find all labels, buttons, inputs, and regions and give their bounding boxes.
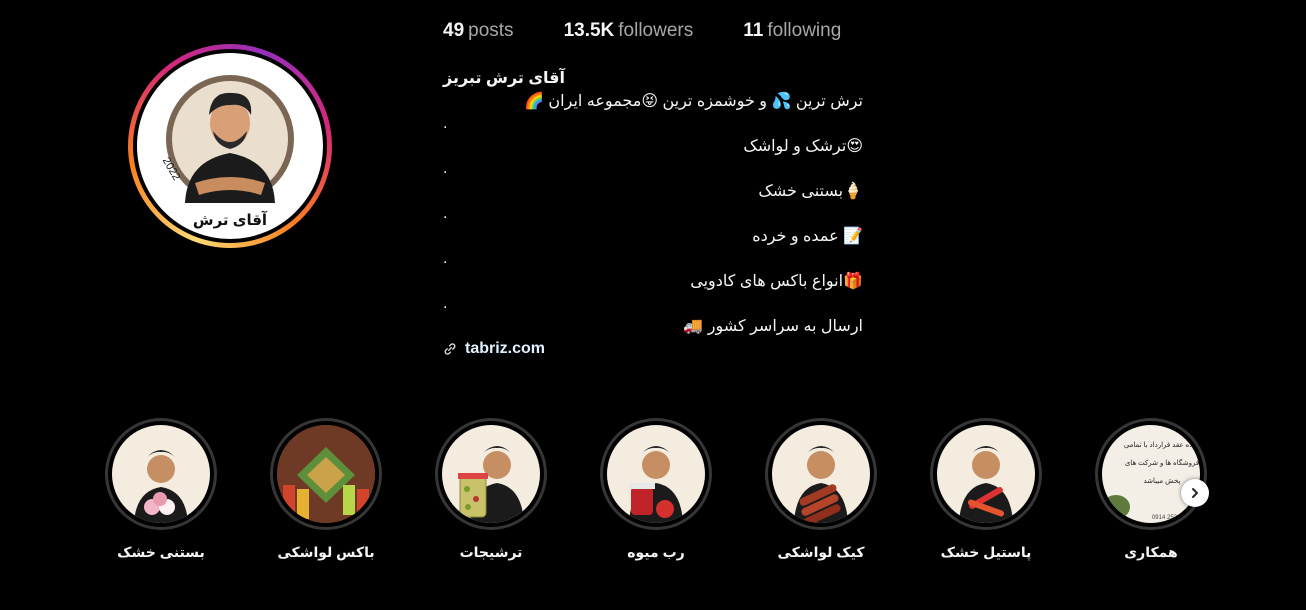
link-icon	[444, 343, 456, 355]
bio-line: 📝 عمده و خرده	[752, 227, 863, 245]
highlight-ring	[765, 418, 877, 530]
avatar-logo-text: آقای ترش	[193, 211, 268, 229]
followers-count[interactable]: 13.5K followers	[564, 20, 694, 42]
followers-number: 13.5K	[563, 20, 615, 41]
profile-bio: آقای ترش تبریز ترش ترین 💦 و خوشمزه ترین …	[443, 68, 863, 361]
bio-line: .	[443, 115, 448, 132]
text-card-icon: آماده عقد قرارداد با تمامی فروشگاه ها و …	[1102, 425, 1200, 523]
profile-link-text: tabriz.com	[465, 340, 546, 357]
highlight-item[interactable]: ترشیجات	[435, 418, 547, 561]
card-text-3: پخش میباشد	[1144, 478, 1181, 485]
highlight-label: همکاری	[1124, 544, 1178, 560]
bio-line: 🍦بستنی خشک	[758, 182, 863, 200]
highlight-label: پاستیل خشک	[940, 544, 1032, 560]
highlight-ring	[435, 418, 547, 530]
pickle-jar-icon	[442, 425, 540, 523]
highlight-label: باکس لواشکی	[277, 544, 375, 560]
bio-line: .	[443, 205, 448, 222]
highlight-label: کیک لواشکی	[777, 544, 865, 560]
bio-line: ترش ترین 💦 و خوشمزه ترین 😝مجموعه ایران 🌈	[524, 92, 863, 110]
chevron-right-icon	[1192, 488, 1198, 498]
followers-label: followers	[618, 20, 694, 41]
highlight-ring: آماده عقد قرارداد با تمامی فروشگاه ها و …	[1095, 418, 1207, 530]
following-count[interactable]: 11 following	[743, 20, 841, 42]
posts-label: posts	[468, 20, 514, 41]
bio-line: .	[443, 160, 448, 177]
bio-line: .	[443, 295, 448, 312]
highlight-ring	[270, 418, 382, 530]
fruit-roll-icon	[772, 425, 870, 523]
profile-name: آقای ترش تبریز	[443, 70, 566, 87]
candy-box-icon	[277, 425, 375, 523]
highlight-item[interactable]: بستنی خشک	[105, 418, 217, 561]
gummy-icon	[937, 425, 1035, 523]
profile-stats: 49 posts 13.5K followers 11 following	[443, 20, 841, 42]
bio-line: ارسال به سراسر کشور 🚚	[683, 317, 863, 335]
card-text-2: فروشگاه ها و شرکت های	[1125, 458, 1199, 467]
avatar-gap: 2022 آقای ترش	[133, 49, 327, 243]
highlight-item[interactable]: پاستیل خشک	[930, 418, 1042, 561]
highlight-ring	[930, 418, 1042, 530]
profile-avatar[interactable]: 2022 آقای ترش	[128, 44, 332, 248]
bio-line: .	[443, 250, 448, 267]
profile-link[interactable]: tabriz.com	[443, 338, 863, 361]
highlight-label: ترشیجات	[459, 544, 523, 560]
avatar-illustration: 2022 آقای ترش	[160, 75, 294, 229]
highlights-next-button[interactable]	[1181, 479, 1209, 507]
ice-cream-icon	[112, 425, 210, 523]
bio-line: 🎁انواع باکس های کادویی	[690, 272, 863, 290]
highlight-item[interactable]: باکس لواشکی	[270, 418, 382, 561]
highlight-label: رب میوه	[627, 544, 685, 560]
highlight-item[interactable]: رب میوه	[600, 418, 712, 561]
highlight-label: بستنی خشک	[117, 544, 205, 560]
posts-count[interactable]: 49 posts	[443, 20, 514, 42]
highlight-item[interactable]: کیک لواشکی	[765, 418, 877, 561]
following-label: following	[767, 20, 842, 41]
highlight-ring	[105, 418, 217, 530]
tomato-paste-icon	[607, 425, 705, 523]
posts-number: 49	[443, 20, 465, 41]
avatar-image: 2022 آقای ترش	[137, 53, 323, 239]
bio-line: 😍ترشک و لواشک	[743, 137, 863, 155]
highlight-ring	[600, 418, 712, 530]
following-number: 11	[743, 20, 764, 41]
